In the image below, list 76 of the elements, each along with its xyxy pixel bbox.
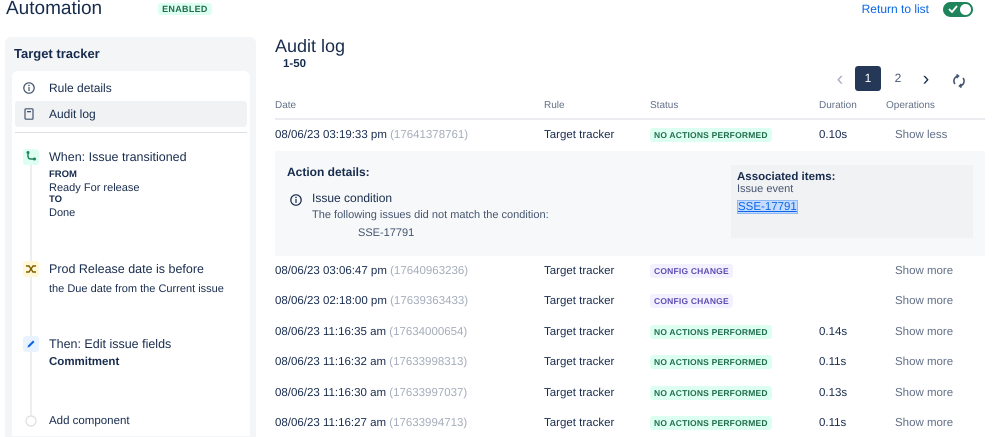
rule-cell-text: Target tracker — [544, 417, 616, 430]
info-icon — [290, 194, 302, 206]
status-badge: ENABLED — [158, 3, 212, 15]
date-cell-text: 08/06/23 11:16:27 am (17633994713) — [275, 417, 468, 430]
duration-cell-text: 0.11s — [819, 417, 848, 430]
rule-cell-text: Target tracker — [544, 129, 616, 142]
step-title: Add component — [49, 414, 130, 429]
step-detail: Ready For release — [49, 182, 140, 194]
column-header: Status — [650, 100, 680, 111]
associated-items-title: Associated items: — [737, 170, 836, 182]
sidebar-item[interactable]: Audit log — [15, 101, 247, 127]
condition-title: Issue condition — [312, 190, 394, 204]
step-title: Then: Edit issue fields — [49, 336, 172, 352]
associated-item-label: Issue event — [737, 182, 794, 194]
pencil-icon — [23, 336, 39, 352]
status-lozenge: NO ACTIONS PERFORMED — [650, 355, 772, 370]
date-cell-text: 08/06/23 02:18:00 pm (17639363433) — [275, 295, 470, 308]
show-less-link[interactable]: Show less — [895, 129, 948, 142]
step-detail: TO — [49, 194, 64, 206]
show-more-link[interactable]: Show more — [895, 264, 954, 277]
details-title: Action details: — [287, 164, 371, 178]
date-cell-text: 08/06/23 03:19:33 pm (17641378761) — [275, 129, 470, 142]
status-lozenge: NO ACTIONS PERFORMED — [650, 386, 772, 400]
duration-cell-text: 0.11s — [819, 356, 848, 368]
next-page-button[interactable]: › — [915, 68, 937, 88]
step-detail: Done — [49, 206, 76, 219]
step-detail: the Due date from the Current issue — [49, 283, 224, 296]
branch-icon — [23, 149, 39, 165]
rule-name: Target tracker — [13, 46, 101, 63]
show-more-link[interactable]: Show more — [895, 417, 954, 430]
page-title: Automation — [6, 0, 102, 18]
rule-cell-text: Target tracker — [544, 386, 616, 399]
rule-cell-text: Target tracker — [544, 295, 616, 308]
step-detail: Commitment — [49, 356, 120, 368]
rule-cell-text: Target tracker — [544, 356, 616, 368]
issue-key: SSE-17791 — [358, 226, 549, 238]
sidebar-item[interactable]: Rule details — [15, 75, 247, 101]
check-icon — [948, 5, 958, 13]
column-header: Duration — [819, 100, 858, 111]
status-lozenge: NO ACTIONS PERFORMED — [650, 324, 772, 339]
show-more-link[interactable]: Show more — [895, 295, 954, 308]
column-header: Date — [275, 100, 298, 111]
step-title: Prod Release date is before — [49, 261, 205, 277]
duration-cell-text: 0.13s — [819, 386, 848, 399]
return-link[interactable]: Return to list — [862, 2, 929, 16]
date-cell-text: 08/06/23 03:06:47 pm (17640963236) — [275, 264, 470, 277]
date-cell-text: 08/06/23 11:16:32 am (17633998313) — [275, 356, 468, 368]
circle-icon — [23, 413, 39, 429]
status-lozenge: CONFIG CHANGE — [650, 294, 733, 308]
page-button[interactable]: 1 — [855, 66, 881, 91]
refresh-icon[interactable] — [951, 72, 967, 88]
column-header: Rule — [544, 100, 566, 111]
date-cell-text: 08/06/23 11:16:30 am (17633997037) — [275, 386, 468, 399]
step-detail: FROM — [49, 169, 78, 182]
status-lozenge: NO ACTIONS PERFORMED — [650, 128, 772, 142]
date-cell-text: 08/06/23 11:16:35 am (17634000654) — [275, 326, 468, 338]
condition-message: The following issues did not match the condition: — [312, 208, 549, 220]
shuffle-icon — [23, 261, 39, 277]
show-more-link[interactable]: Show more — [895, 326, 954, 338]
info-icon — [23, 82, 35, 94]
show-more-link[interactable]: Show more — [895, 356, 954, 368]
toggle-switch[interactable] — [943, 2, 973, 16]
status-lozenge: NO ACTIONS PERFORMED — [650, 416, 772, 430]
rule-cell-text: Target tracker — [544, 326, 616, 338]
status-lozenge: CONFIG CHANGE — [650, 264, 733, 278]
step-title: When: Issue transitioned — [49, 149, 187, 165]
page-button[interactable]: 2 — [885, 66, 911, 91]
duration-cell-text: 0.10s — [819, 129, 848, 142]
section-title: Audit log — [275, 37, 346, 55]
column-header: Operations — [886, 100, 936, 111]
rule-cell-text: Target tracker — [544, 264, 616, 277]
show-more-link[interactable]: Show more — [895, 386, 954, 399]
duration-cell-text: 0.14s — [819, 326, 848, 338]
document-icon — [23, 108, 35, 120]
result-range: 1-50 — [283, 58, 306, 70]
issue-link[interactable]: SSE-17791 — [737, 200, 798, 214]
